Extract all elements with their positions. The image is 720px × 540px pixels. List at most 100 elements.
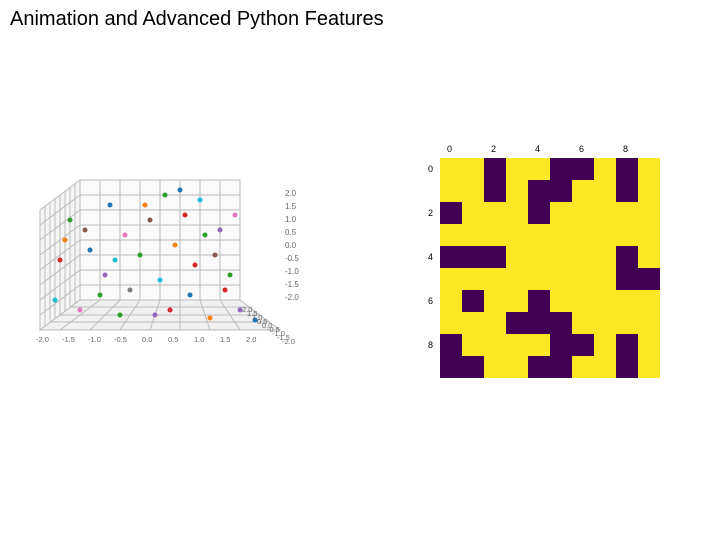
heatmap-cell [440, 334, 462, 356]
heatmap-cell [462, 290, 484, 312]
x-tick-label: 1.0 [194, 335, 204, 344]
heatmap-cell [440, 180, 462, 202]
heatmap-cell [616, 312, 638, 334]
heatmap-cell [506, 356, 528, 378]
page-title: Animation and Advanced Python Features [10, 8, 384, 31]
heatmap-cell [572, 334, 594, 356]
heatmap-y-tick: 8 [428, 340, 433, 350]
heatmap-cell [550, 158, 572, 180]
heatmap-cell [638, 180, 660, 202]
heatmap-cell [616, 180, 638, 202]
heatmap-cell [616, 290, 638, 312]
heatmap-cell [616, 334, 638, 356]
heatmap-cell [528, 290, 550, 312]
z-tick-label: -1.5 [285, 280, 299, 289]
heatmap-cell [506, 180, 528, 202]
heatmap-cell [572, 202, 594, 224]
heatmap-cell [550, 202, 572, 224]
heatmap-cell [550, 268, 572, 290]
heatmap-y-tick: 6 [428, 296, 433, 306]
heatmap-cell [638, 312, 660, 334]
heatmap-cell [572, 290, 594, 312]
heatmap-cell [594, 158, 616, 180]
heatmap-y-tick: 0 [428, 164, 433, 174]
heatmap-cell [638, 290, 660, 312]
heatmap-cell [506, 290, 528, 312]
heatmap-cell [440, 312, 462, 334]
heatmap-cell [528, 246, 550, 268]
heatmap-cell [638, 246, 660, 268]
heatmap-cell [594, 356, 616, 378]
heatmap-cell [594, 334, 616, 356]
heatmap-cell [462, 180, 484, 202]
heatmap-cell [572, 268, 594, 290]
heatmap-cell [616, 202, 638, 224]
heatmap-cell [594, 268, 616, 290]
heatmap-cell [550, 334, 572, 356]
y-tick-label: -2.0 [282, 337, 295, 346]
heatmap-x-tick: 4 [535, 144, 540, 154]
heatmap-cell [550, 224, 572, 246]
heatmap-cell [572, 224, 594, 246]
x-tick-label: 1.5 [220, 335, 230, 344]
heatmap-cell [638, 158, 660, 180]
heatmap-cell [462, 268, 484, 290]
heatmap-cell [440, 290, 462, 312]
heatmap-cell [616, 268, 638, 290]
heatmap-cell [506, 202, 528, 224]
heatmap-cell [484, 334, 506, 356]
heatmap-cell [638, 202, 660, 224]
heatmap-cell [462, 246, 484, 268]
heatmap-cell [616, 224, 638, 246]
z-tick-label: 2.0 [285, 189, 296, 198]
heatmap-cell [462, 158, 484, 180]
heatmap-cell [550, 312, 572, 334]
z-tick-label: 0.0 [285, 241, 296, 250]
x-tick-label: -1.5 [62, 335, 75, 344]
heatmap-cell [528, 202, 550, 224]
z-tick-label: -0.5 [285, 254, 299, 263]
heatmap-cell [462, 224, 484, 246]
z-tick-label: 0.5 [285, 228, 296, 237]
heatmap-cell [484, 180, 506, 202]
x-tick-label: 2.0 [246, 335, 256, 344]
heatmap-cell [528, 224, 550, 246]
heatmap-x-tick: 0 [447, 144, 452, 154]
heatmap-grid [440, 158, 660, 378]
heatmap-cell [638, 334, 660, 356]
heatmap-cell [616, 158, 638, 180]
heatmap-cell [506, 158, 528, 180]
heatmap-x-tick: 2 [491, 144, 496, 154]
heatmap-cell [572, 180, 594, 202]
heatmap-cell [484, 290, 506, 312]
heatmap-cell [528, 158, 550, 180]
x-tick-label: -2.0 [36, 335, 49, 344]
heatmap-cell [506, 312, 528, 334]
heatmap-y-tick: 4 [428, 252, 433, 262]
heatmap-cell [440, 158, 462, 180]
heatmap-cell [440, 356, 462, 378]
heatmap-cell [528, 312, 550, 334]
heatmap-cell [506, 224, 528, 246]
heatmap-cell [550, 356, 572, 378]
heatmap-cell [572, 158, 594, 180]
x-tick-label: -1.0 [88, 335, 101, 344]
heatmap-cell [506, 268, 528, 290]
heatmap-cell [462, 334, 484, 356]
heatmap-cell [484, 268, 506, 290]
heatmap-cell [616, 356, 638, 378]
heatmap-cell [506, 246, 528, 268]
heatmap-cell [638, 268, 660, 290]
heatmap-cell [462, 356, 484, 378]
heatmap-cell [594, 246, 616, 268]
z-tick-label: -2.0 [285, 293, 299, 302]
heatmap-cell [550, 246, 572, 268]
x-tick-label: 0.5 [168, 335, 178, 344]
heatmap-cell [594, 224, 616, 246]
heatmap-cell [572, 312, 594, 334]
heatmap-cell [528, 356, 550, 378]
heatmap-cell [484, 356, 506, 378]
x-tick-label: 0.0 [142, 335, 152, 344]
z-tick-label: -1.0 [285, 267, 299, 276]
heatmap-cell [528, 268, 550, 290]
